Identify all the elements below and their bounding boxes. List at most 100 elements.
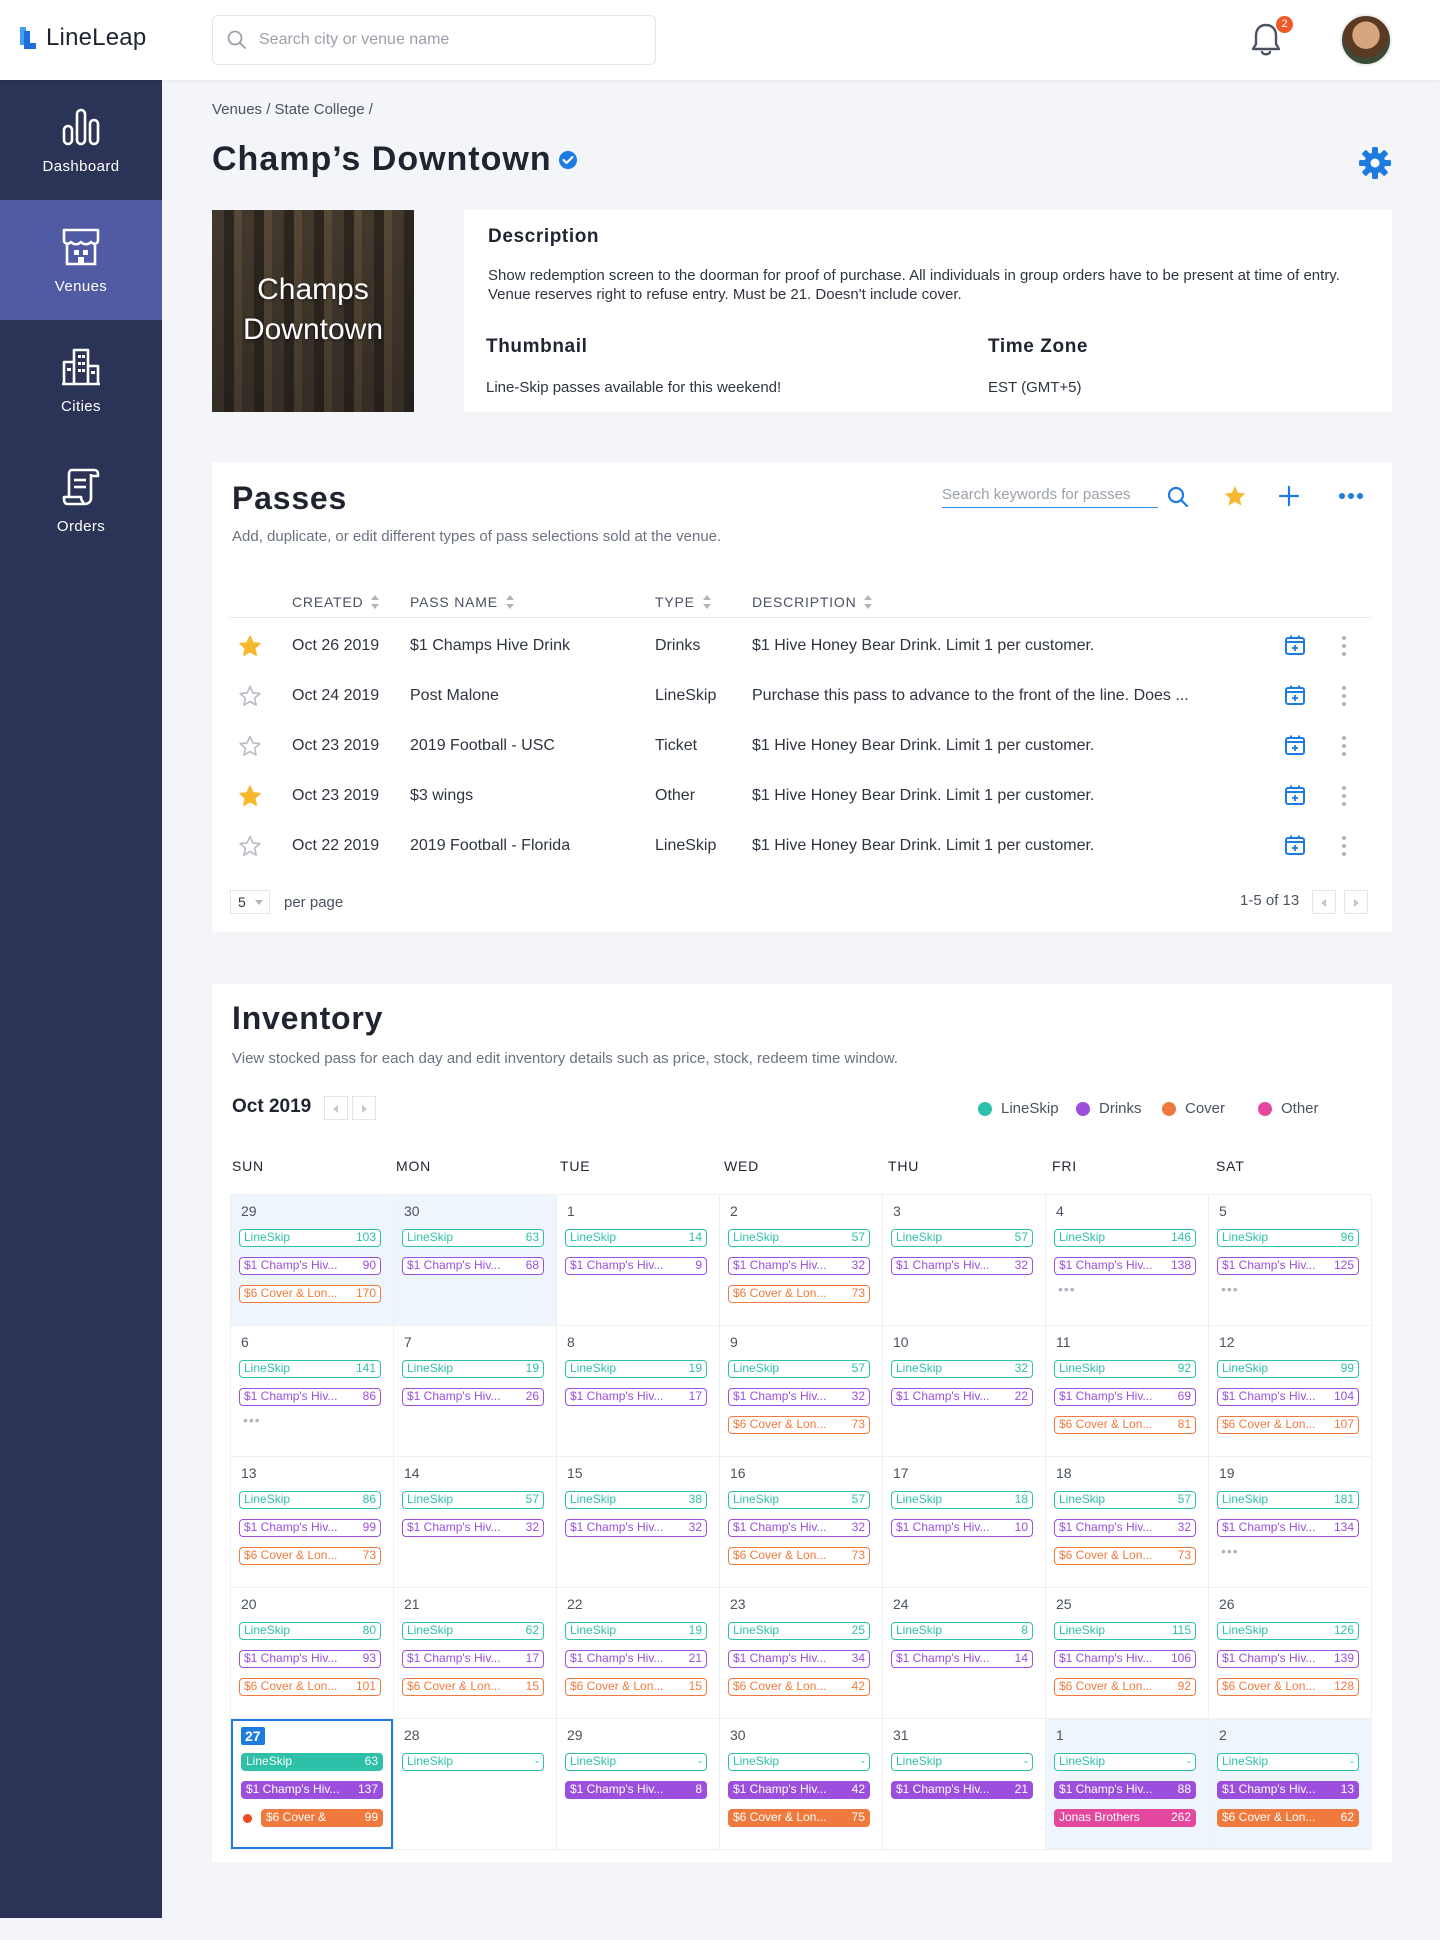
next-page-button[interactable] xyxy=(1344,890,1368,914)
pass-search-field[interactable] xyxy=(942,482,1158,508)
inventory-pill-lineskip[interactable]: LineSkip 57 xyxy=(728,1360,870,1378)
table-row[interactable]: Oct 26 2019 $1 Champs Hive Drink Drinks $1 … xyxy=(212,622,1392,672)
inventory-pill-lineskip[interactable]: LineSkip 38 xyxy=(565,1491,707,1509)
inventory-pill-cover[interactable]: $6 Cover & Lon... 170 xyxy=(239,1285,381,1303)
calendar-day[interactable]: 4 LineSkip 146 $1 Champ's Hiv... 138 ••• xyxy=(1046,1195,1208,1325)
inventory-pill-drinks[interactable]: $1 Champ's Hiv... 32 xyxy=(728,1388,870,1406)
inventory-pill-drinks[interactable]: $1 Champ's Hiv... 104 xyxy=(1217,1388,1359,1406)
inventory-pill-drinks[interactable]: $1 Champ's Hiv... 93 xyxy=(239,1650,381,1668)
inventory-pill-drinks[interactable]: $1 Champ's Hiv... 34 xyxy=(728,1650,870,1668)
calendar-add-icon[interactable] xyxy=(1284,834,1306,856)
inventory-pill-lineskip[interactable]: LineSkip 19 xyxy=(402,1360,544,1378)
inventory-pill-cover[interactable]: $6 Cover & Lon... 73 xyxy=(728,1416,870,1434)
inventory-pill-lineskip[interactable]: LineSkip 19 xyxy=(565,1360,707,1378)
inventory-pill-drinks[interactable]: $1 Champ's Hiv... 13 xyxy=(1217,1781,1359,1799)
star-outline-icon[interactable] xyxy=(238,684,262,708)
inventory-pill-lineskip[interactable]: LineSkip 14 xyxy=(565,1229,707,1247)
inventory-pill-cover[interactable]: $6 Cover & Lon... 92 xyxy=(1054,1678,1196,1696)
per-page-select[interactable]: 5 xyxy=(230,890,270,914)
calendar-add-icon[interactable] xyxy=(1284,684,1306,706)
star-filter-icon[interactable] xyxy=(1223,484,1247,508)
prev-page-button[interactable] xyxy=(1312,890,1336,914)
calendar-day[interactable]: 12 LineSkip 99 $1 Champ's Hiv... 104 $6 Cover… xyxy=(1209,1326,1371,1456)
calendar-day[interactable]: 30 LineSkip - $1 Champ's Hiv... 42 $6 Cover &… xyxy=(720,1719,882,1849)
inventory-pill-lineskip[interactable]: LineSkip 63 xyxy=(241,1753,383,1771)
pass-search-input[interactable] xyxy=(942,482,1158,507)
calendar-day[interactable]: 3 LineSkip 57 $1 Champ's Hiv... 32 xyxy=(883,1195,1045,1325)
column-header-type[interactable]: TYPE xyxy=(655,594,711,610)
calendar-day[interactable]: 15 LineSkip 38 $1 Champ's Hiv... 32 xyxy=(557,1457,719,1587)
inventory-pill-cover[interactable]: $6 Cover & Lon... 75 xyxy=(728,1809,870,1827)
inventory-pill-lineskip[interactable]: LineSkip 115 xyxy=(1054,1622,1196,1640)
avatar[interactable] xyxy=(1340,14,1392,66)
calendar-day-today[interactable]: 27 LineSkip 63 $1 Champ's Hiv... 137 $6 Cover… xyxy=(231,1719,393,1849)
inventory-pill-lineskip[interactable]: LineSkip - xyxy=(891,1753,1033,1771)
inventory-pill-drinks[interactable]: $1 Champ's Hiv... 9 xyxy=(565,1257,707,1275)
inventory-pill-drinks[interactable]: $1 Champ's Hiv... 17 xyxy=(402,1650,544,1668)
column-header-pass-name[interactable]: PASS NAME xyxy=(410,594,514,610)
inventory-pill-drinks[interactable]: $1 Champ's Hiv... 22 xyxy=(891,1388,1033,1406)
row-menu-icon[interactable] xyxy=(1342,736,1346,760)
inventory-pill-lineskip[interactable]: LineSkip 103 xyxy=(239,1229,381,1247)
global-search[interactable] xyxy=(212,15,656,65)
inventory-pill-drinks[interactable]: $1 Champ's Hiv... 32 xyxy=(728,1257,870,1275)
star-outline-icon[interactable] xyxy=(238,734,262,758)
inventory-pill-lineskip[interactable]: LineSkip 32 xyxy=(891,1360,1033,1378)
inventory-pill-cover[interactable]: $6 Cover & Lon... 107 xyxy=(1217,1416,1359,1434)
inventory-pill-cover[interactable]: $6 Cover & Lon... 73 xyxy=(239,1547,381,1565)
calendar-day[interactable]: 11 LineSkip 92 $1 Champ's Hiv... 69 $6 Cover … xyxy=(1046,1326,1208,1456)
star-outline-icon[interactable] xyxy=(238,834,262,858)
star-filled-icon[interactable] xyxy=(238,784,262,808)
inventory-pill-drinks[interactable]: $1 Champ's Hiv... 10 xyxy=(891,1519,1033,1537)
row-menu-icon[interactable] xyxy=(1342,786,1346,810)
inventory-pill-lineskip[interactable]: LineSkip 57 xyxy=(728,1491,870,1509)
table-row[interactable]: Oct 22 2019 2019 Football - Florida LineSk… xyxy=(212,822,1392,872)
inventory-pill-drinks[interactable]: $1 Champ's Hiv... 17 xyxy=(565,1388,707,1406)
inventory-pill-lineskip[interactable]: LineSkip 57 xyxy=(402,1491,544,1509)
calendar-day[interactable]: 2 LineSkip - $1 Champ's Hiv... 13 $6 Cover & … xyxy=(1209,1719,1371,1849)
inventory-pill-lineskip[interactable]: LineSkip 146 xyxy=(1054,1229,1196,1247)
inventory-pill-drinks[interactable]: $1 Champ's Hiv... 32 xyxy=(565,1519,707,1537)
inventory-pill-drinks[interactable]: $1 Champ's Hiv... 86 xyxy=(239,1388,381,1406)
sidebar-item-cities[interactable]: Cities xyxy=(0,320,162,440)
more-items-icon[interactable]: ••• xyxy=(1221,1543,1239,1559)
inventory-pill-lineskip[interactable]: LineSkip 126 xyxy=(1217,1622,1359,1640)
inventory-pill-lineskip[interactable]: LineSkip 86 xyxy=(239,1491,381,1509)
inventory-pill-drinks[interactable]: $1 Champ's Hiv... 90 xyxy=(239,1257,381,1275)
inventory-pill-cover[interactable]: $6 Cover & Lon... 15 xyxy=(565,1678,707,1696)
inventory-pill-lineskip[interactable]: LineSkip 18 xyxy=(891,1491,1033,1509)
inventory-pill-drinks[interactable]: $1 Champ's Hiv... 137 xyxy=(241,1781,383,1799)
row-menu-icon[interactable] xyxy=(1342,836,1346,860)
inventory-pill-drinks[interactable]: $1 Champ's Hiv... 14 xyxy=(891,1650,1033,1668)
inventory-pill-cover[interactable]: $6 Cover & Lon... 62 xyxy=(1217,1809,1359,1827)
calendar-day[interactable]: 17 LineSkip 18 $1 Champ's Hiv... 10 xyxy=(883,1457,1045,1587)
inventory-pill-drinks[interactable]: $1 Champ's Hiv... 125 xyxy=(1217,1257,1359,1275)
inventory-pill-other[interactable]: Jonas Brothers 262 xyxy=(1054,1809,1196,1827)
inventory-pill-lineskip[interactable]: LineSkip 80 xyxy=(239,1622,381,1640)
row-menu-icon[interactable] xyxy=(1342,636,1346,660)
calendar-day[interactable]: 8 LineSkip 19 $1 Champ's Hiv... 17 xyxy=(557,1326,719,1456)
venue-thumbnail-image[interactable]: Champs Downtown xyxy=(212,210,414,412)
inventory-pill-cover[interactable]: $6 Cover & Lon... 73 xyxy=(1054,1547,1196,1565)
calendar-day[interactable]: 22 LineSkip 19 $1 Champ's Hiv... 21 $6 Cover … xyxy=(557,1588,719,1718)
row-menu-icon[interactable] xyxy=(1342,686,1346,710)
calendar-day[interactable]: 6 LineSkip 141 $1 Champ's Hiv... 86 ••• xyxy=(231,1326,393,1456)
prev-month-button[interactable] xyxy=(324,1096,348,1120)
inventory-pill-drinks[interactable]: $1 Champ's Hiv... 32 xyxy=(728,1519,870,1537)
sidebar-item-venues[interactable]: Venues xyxy=(0,200,162,320)
sidebar-item-dashboard[interactable]: Dashboard xyxy=(0,80,162,200)
calendar-add-icon[interactable] xyxy=(1284,634,1306,656)
inventory-pill-cover[interactable]: $6 Cover & Lon... 101 xyxy=(239,1678,381,1696)
calendar-day[interactable]: 14 LineSkip 57 $1 Champ's Hiv... 32 xyxy=(394,1457,556,1587)
inventory-pill-cover[interactable]: $6 Cover & 99 xyxy=(261,1809,383,1827)
more-items-icon[interactable]: ••• xyxy=(243,1412,261,1428)
calendar-day[interactable]: 28 LineSkip - xyxy=(394,1719,556,1849)
table-row[interactable]: Oct 23 2019 2019 Football - USC Ticket $1 H… xyxy=(212,722,1392,772)
calendar-day[interactable]: 9 LineSkip 57 $1 Champ's Hiv... 32 $6 Cover &… xyxy=(720,1326,882,1456)
inventory-pill-drinks[interactable]: $1 Champ's Hiv... 99 xyxy=(239,1519,381,1537)
calendar-day[interactable]: 18 LineSkip 57 $1 Champ's Hiv... 32 $6 Cover … xyxy=(1046,1457,1208,1587)
calendar-day[interactable]: 26 LineSkip 126 $1 Champ's Hiv... 139 $6 Cove… xyxy=(1209,1588,1371,1718)
inventory-pill-lineskip[interactable]: LineSkip - xyxy=(1217,1753,1359,1771)
search-icon[interactable] xyxy=(1167,486,1189,508)
inventory-pill-lineskip[interactable]: LineSkip - xyxy=(402,1753,544,1771)
